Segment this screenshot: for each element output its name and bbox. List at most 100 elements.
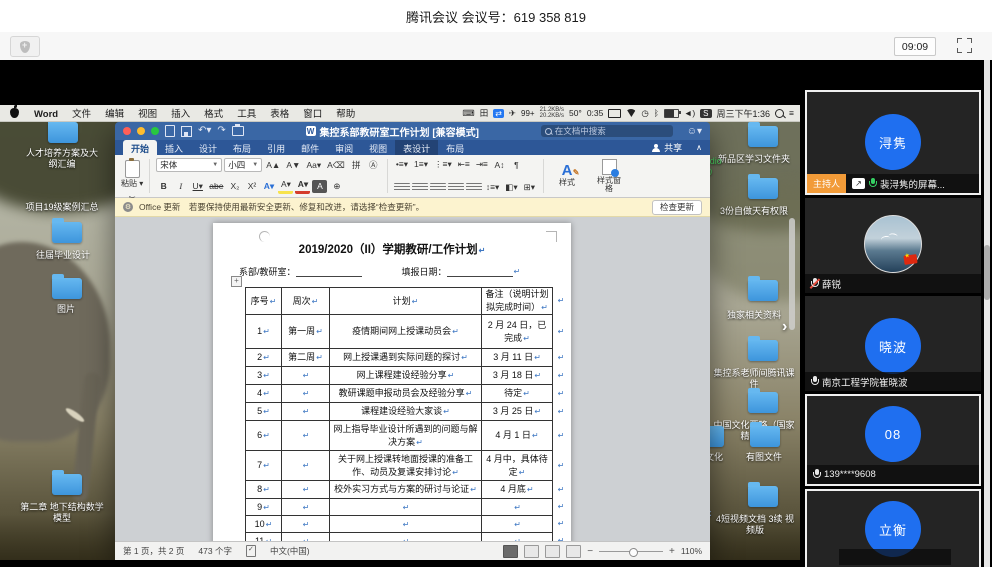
participants-scrollbar[interactable]	[984, 60, 990, 567]
desktop-folder-icon[interactable]	[748, 392, 778, 413]
desktop-icon-label[interactable]: 4短视频文档 3续 视频版	[712, 514, 798, 535]
font-size-select[interactable]: 小四▼	[224, 158, 262, 172]
share-control[interactable]: 共享∧	[652, 140, 710, 155]
table-move-handle[interactable]: +	[231, 276, 242, 287]
ribbon-tab-邮件[interactable]: 邮件	[293, 140, 327, 155]
menu-item-7[interactable]: 表格	[263, 109, 296, 120]
outline-view-button[interactable]	[566, 545, 581, 558]
close-window-button[interactable]	[123, 127, 131, 135]
desktop-folder-icon[interactable]	[748, 340, 778, 361]
enclose-characters-button[interactable]: ⊕	[329, 180, 344, 193]
subscript-button[interactable]: X₂	[227, 180, 242, 193]
ribbon-tab-设计[interactable]: 设计	[191, 140, 225, 155]
participant-tile-3[interactable]: 晓波南京工程学院崔晓波	[805, 296, 981, 391]
desktop-icon-label[interactable]: 项目19级案例汇总	[20, 202, 104, 213]
multilevel-list-button[interactable]: ⋮≡▾	[432, 158, 454, 171]
desktop-folder-icon[interactable]	[750, 426, 780, 447]
paste-button[interactable]: 粘贴 ▾	[121, 158, 143, 189]
bullets-button[interactable]: •≡▾	[394, 158, 410, 171]
menu-item-9[interactable]: 帮助	[329, 109, 362, 120]
font-name-select[interactable]: 宋体▼	[156, 158, 222, 172]
feedback-smiley-icon[interactable]: ☺▾	[687, 126, 702, 137]
security-shield-button[interactable]	[10, 36, 40, 57]
sort-button[interactable]: A↕	[492, 158, 507, 171]
zoom-slider-knob[interactable]	[629, 548, 638, 557]
print-layout-button[interactable]	[524, 545, 539, 558]
ribbon-tab-插入[interactable]: 插入	[157, 140, 191, 155]
superscript-button[interactable]: X²	[244, 180, 259, 193]
panel-expand-chevron-icon[interactable]: ›	[782, 318, 787, 336]
control-center-icon[interactable]: ≡	[789, 108, 794, 118]
clear-formatting-button[interactable]: A⌫	[325, 159, 347, 172]
input-grid-icon[interactable]: 田	[480, 107, 489, 119]
word-title-bar[interactable]: ↶▾ ↷ W 集控系部教研室工作计划 [兼容模式] 在文档中搜索 ☺▾	[115, 122, 710, 140]
menu-item-8[interactable]: 窗口	[296, 109, 329, 120]
focus-view-button[interactable]	[503, 545, 518, 558]
desktop-folder-icon[interactable]	[52, 474, 82, 495]
distribute-button[interactable]	[466, 183, 482, 192]
increase-indent-button[interactable]: ⇥≡	[474, 158, 490, 171]
scrollbar-thumb[interactable]	[984, 245, 990, 300]
language-indicator[interactable]: 中文(中国)	[270, 545, 310, 557]
desktop-icon-label[interactable]: 3份自做天有权限	[710, 206, 798, 217]
desktop-folder-icon[interactable]	[748, 486, 778, 507]
zoom-slider[interactable]	[599, 551, 663, 552]
fullscreen-button[interactable]	[957, 38, 972, 53]
phonetic-guide-button[interactable]: 拼	[349, 159, 364, 172]
menu-item-1[interactable]: 文件	[65, 109, 98, 120]
zoom-out-button[interactable]: −	[587, 546, 593, 557]
swap-icon[interactable]: ⇄	[493, 109, 504, 118]
search-input[interactable]: 在文档中搜索	[541, 125, 673, 137]
save-icon[interactable]	[181, 126, 192, 137]
desktop-icon-label[interactable]: 第二章 地下结构数学模型	[20, 502, 104, 523]
net-speed[interactable]: 21.2KB/s20.2KB/s	[540, 107, 564, 119]
ribbon-tab-表设计[interactable]: 表设计	[395, 140, 438, 155]
page-indicator[interactable]: 第 1 页，共 2 页	[123, 545, 184, 557]
ribbon-tab-开始[interactable]: 开始	[123, 140, 157, 155]
temperature[interactable]: 50°	[569, 108, 582, 118]
print-icon[interactable]	[232, 126, 244, 136]
line-spacing-button[interactable]: ↕≡▾	[484, 181, 501, 194]
screen-timer[interactable]: 0:35	[587, 108, 604, 118]
strikethrough-button[interactable]: abe	[207, 180, 225, 193]
participant-tile-1[interactable]: 浔隽主持人↗裴浔隽的屏幕...	[805, 90, 981, 195]
bold-button[interactable]: B	[156, 180, 171, 193]
ribbon-tab-视图[interactable]: 视图	[361, 140, 395, 155]
menubar-clock[interactable]: 周三下午1:36	[717, 107, 771, 120]
document-page[interactable]: 2019/2020（II）学期教研/工作计划↵ 系部/教研室： 填报日期：↵ +…	[213, 223, 571, 541]
menu-item-2[interactable]: 编辑	[98, 109, 131, 120]
keyboard-icon[interactable]: ⌨	[462, 108, 474, 119]
bluetooth-icon[interactable]: ᛒ	[654, 108, 659, 118]
desktop-icon-label[interactable]: 集控系老师间腾讯课件	[712, 368, 796, 389]
proofing-icon[interactable]	[246, 545, 256, 557]
word-count[interactable]: 473 个字	[198, 545, 232, 557]
decrease-indent-button[interactable]: ⇤≡	[456, 158, 472, 171]
desktop-folder-icon[interactable]	[748, 280, 778, 301]
align-right-button[interactable]	[430, 183, 446, 192]
ribbon-tab-引用[interactable]: 引用	[259, 140, 293, 155]
participant-tile-2[interactable]: 薛锐	[805, 198, 981, 293]
s-app-chip[interactable]: S	[700, 109, 711, 118]
desktop-icon-label[interactable]: 往届毕业设计	[28, 250, 98, 261]
numbering-button[interactable]: 1≡▾	[412, 158, 430, 171]
menu-item-0[interactable]: Word	[27, 109, 65, 120]
redo-icon[interactable]: ↷	[217, 126, 225, 136]
document-area[interactable]: 2019/2020（II）学期教研/工作计划↵ 系部/教研室： 填报日期：↵ +…	[115, 217, 710, 541]
desktop-icon-label[interactable]: 图片	[46, 304, 86, 315]
minimize-window-button[interactable]	[137, 127, 145, 135]
desktop-folder-icon[interactable]	[52, 222, 82, 243]
notification-badge[interactable]: 99+	[521, 109, 535, 118]
borders-button[interactable]: ⊞▾	[522, 181, 537, 194]
character-border-button[interactable]: Ⓐ	[366, 159, 381, 172]
underline-button[interactable]: U▾	[190, 180, 205, 193]
justify-button[interactable]	[448, 183, 464, 192]
char-shading-button[interactable]: A	[312, 180, 327, 193]
show-marks-button[interactable]: ¶	[509, 158, 524, 171]
desktop-folder-icon[interactable]	[52, 278, 82, 299]
volume-icon[interactable]: ◄)	[684, 108, 695, 118]
ribbon-tab-布局[interactable]: 布局	[225, 140, 259, 155]
participant-tile-5[interactable]: 立衡	[805, 489, 981, 567]
shrink-font-button[interactable]: A▼	[284, 159, 302, 172]
italic-button[interactable]: I	[173, 180, 188, 193]
zoom-window-button[interactable]	[151, 127, 159, 135]
